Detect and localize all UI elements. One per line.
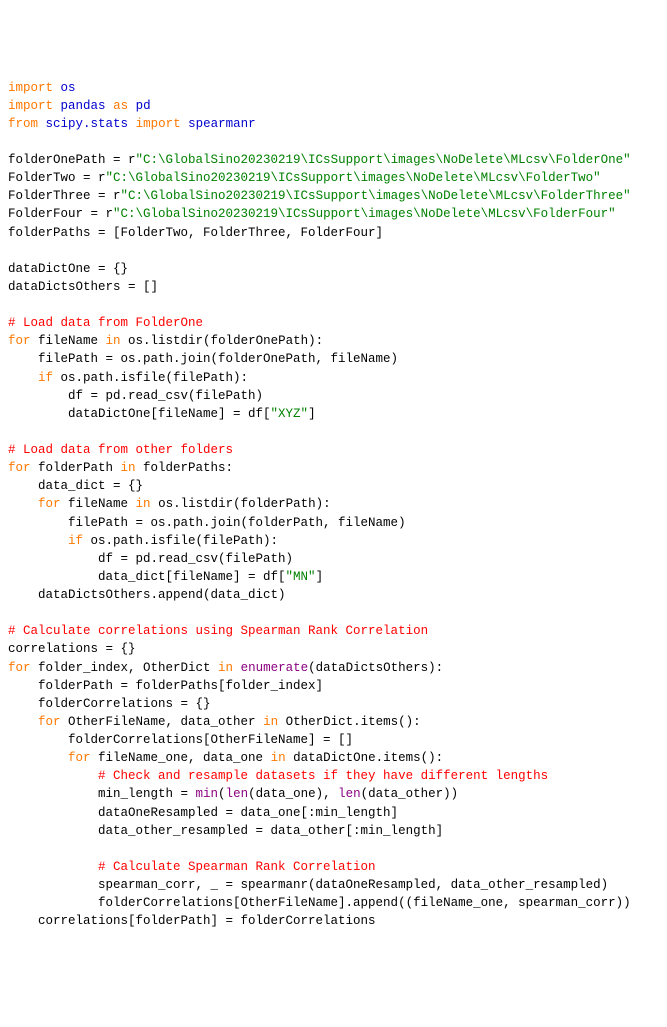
line: min_length = min(len(data_one), len(data…	[8, 787, 458, 801]
line: folderCorrelations[OtherFileName] = []	[8, 733, 353, 747]
line: for folder_index, OtherDict in enumerate…	[8, 661, 443, 675]
line: if os.path.isfile(filePath):	[8, 371, 248, 385]
line: correlations[folderPath] = folderCorrela…	[8, 914, 376, 928]
line: data_dict[fileName] = df["MN"]	[8, 570, 323, 584]
line: folderOnePath = r"C:\GlobalSino20230219\…	[8, 153, 631, 167]
line: for fileName in os.listdir(folderOnePath…	[8, 334, 323, 348]
line: # Calculate Spearman Rank Correlation	[8, 860, 376, 874]
line: dataDictsOthers = []	[8, 280, 158, 294]
line: filePath = os.path.join(folderOnePath, f…	[8, 352, 398, 366]
line: dataDictOne[fileName] = df["XYZ"]	[8, 407, 316, 421]
line: folderPaths = [FolderTwo, FolderThree, F…	[8, 226, 383, 240]
line: df = pd.read_csv(filePath)	[8, 389, 263, 403]
code-block: import os import pandas as pd from scipy…	[8, 79, 659, 931]
line: for folderPath in folderPaths:	[8, 461, 233, 475]
line: data_other_resampled = data_other[:min_l…	[8, 824, 443, 838]
line: # Load data from other folders	[8, 443, 233, 457]
line: folderPath = folderPaths[folder_index]	[8, 679, 323, 693]
line: folderCorrelations[OtherFileName].append…	[8, 896, 631, 910]
line: FolderFour = r"C:\GlobalSino20230219\ICs…	[8, 207, 616, 221]
line: folderCorrelations = {}	[8, 697, 211, 711]
line: data_dict = {}	[8, 479, 143, 493]
line: spearman_corr, _ = spearmanr(dataOneResa…	[8, 878, 608, 892]
line: filePath = os.path.join(folderPath, file…	[8, 516, 406, 530]
line: correlations = {}	[8, 642, 136, 656]
line: # Calculate correlations using Spearman …	[8, 624, 428, 638]
line: dataDictsOthers.append(data_dict)	[8, 588, 286, 602]
line: # Load data from FolderOne	[8, 316, 203, 330]
line: from scipy.stats import spearmanr	[8, 117, 256, 131]
line: # Check and resample datasets if they ha…	[8, 769, 548, 783]
line: if os.path.isfile(filePath):	[8, 534, 278, 548]
line: dataDictOne = {}	[8, 262, 128, 276]
line: import os	[8, 81, 76, 95]
line: FolderTwo = r"C:\GlobalSino20230219\ICsS…	[8, 171, 601, 185]
line: for OtherFileName, data_other in OtherDi…	[8, 715, 421, 729]
line: for fileName in os.listdir(folderPath):	[8, 497, 331, 511]
line: dataOneResampled = data_one[:min_length]	[8, 806, 398, 820]
line: for fileName_one, data_one in dataDictOn…	[8, 751, 443, 765]
line: df = pd.read_csv(filePath)	[8, 552, 293, 566]
line: import pandas as pd	[8, 99, 151, 113]
line: FolderThree = r"C:\GlobalSino20230219\IC…	[8, 189, 631, 203]
